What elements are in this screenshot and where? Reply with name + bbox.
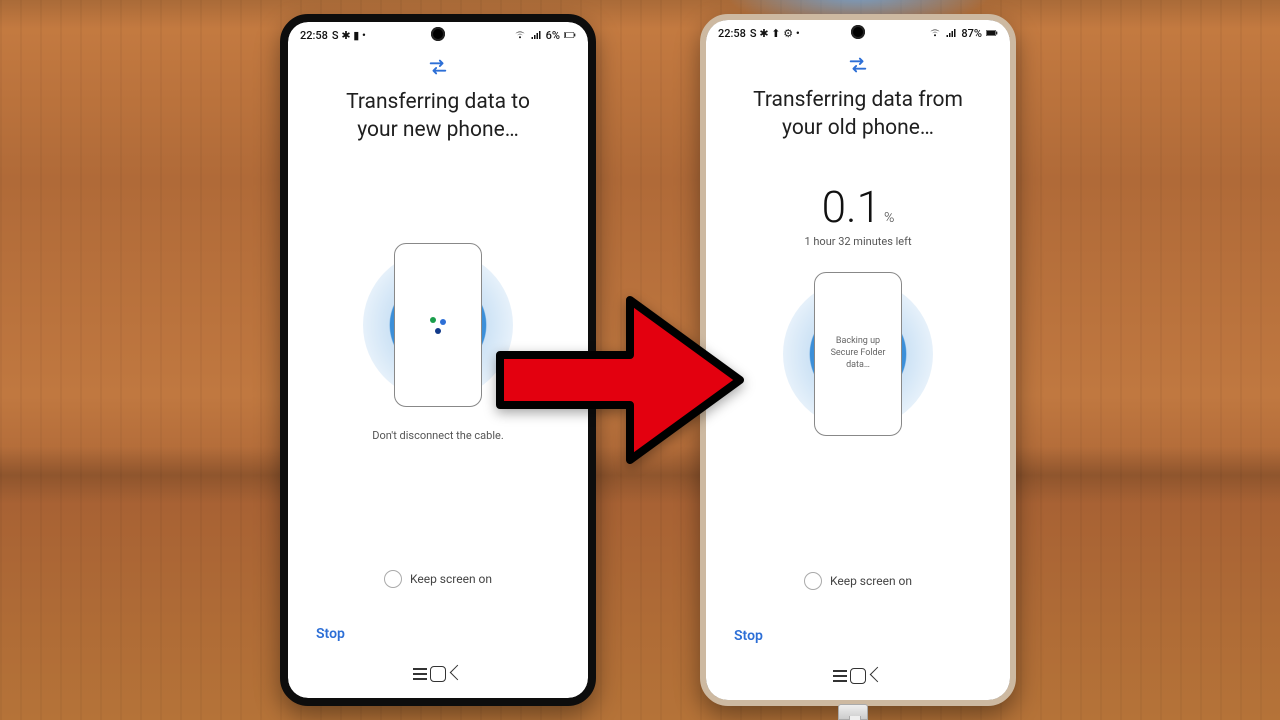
nav-back-button[interactable]: [867, 667, 885, 685]
status-time: 22:58: [718, 27, 746, 40]
nav-recents-button[interactable]: [411, 665, 429, 683]
usb-cable: [838, 704, 868, 720]
illustration: Backing up Secure Folder data…: [768, 264, 948, 444]
battery-percent: 6%: [546, 29, 560, 42]
checkbox-circle-icon: [804, 572, 822, 590]
front-camera: [431, 27, 445, 41]
signal-icon: [530, 29, 542, 41]
status-left-icons: S ✱ ⬆ ⚙ •: [750, 27, 800, 40]
status-bar: 22:58 S ✱ ▮ • 6%: [288, 22, 588, 48]
keep-screen-label: Keep screen on: [830, 574, 912, 588]
mini-phone-status-text: Backing up Secure Folder data…: [831, 336, 886, 371]
caption-text: Don't disconnect the cable.: [372, 429, 503, 442]
nav-home-button[interactable]: [429, 665, 447, 683]
battery-percent: 87%: [961, 27, 982, 40]
android-nav-bar: [411, 658, 465, 690]
progress-readout: 0.1 % 1 hour 32 minutes left: [804, 181, 911, 248]
nav-home-button[interactable]: [849, 667, 867, 685]
keep-screen-on-checkbox[interactable]: Keep screen on: [384, 570, 492, 588]
nav-recents-button[interactable]: [831, 667, 849, 685]
content-area: Transferring data from your old phone… 0…: [706, 46, 1010, 700]
status-left-icons: S ✱ ▮ •: [332, 29, 366, 42]
status-time: 22:58: [300, 29, 328, 42]
stop-button[interactable]: Stop: [312, 620, 349, 648]
spinner-icon: [426, 313, 450, 337]
signal-icon: [945, 27, 957, 39]
front-camera: [851, 25, 865, 39]
keep-screen-label: Keep screen on: [410, 572, 492, 586]
nav-back-button[interactable]: [447, 665, 465, 683]
percent-symbol: %: [884, 210, 894, 226]
swap-icon: [847, 54, 869, 76]
keep-screen-on-checkbox[interactable]: Keep screen on: [804, 572, 912, 590]
time-remaining: 1 hour 32 minutes left: [804, 235, 911, 248]
swap-icon: [427, 56, 449, 78]
page-title: Transferring data from your old phone…: [753, 86, 963, 143]
battery-icon: [564, 29, 576, 41]
mini-phone-graphic: Backing up Secure Folder data…: [814, 272, 902, 436]
mini-phone-graphic: [394, 243, 482, 407]
checkbox-circle-icon: [384, 570, 402, 588]
android-nav-bar: [831, 660, 885, 692]
page-title: Transferring data to your new phone…: [346, 88, 530, 145]
battery-icon: [986, 27, 998, 39]
screen-new: 22:58 S ✱ ⬆ ⚙ • 87% Transferring data fr…: [706, 20, 1010, 700]
percent-value: 0.1: [822, 181, 881, 233]
stop-button[interactable]: Stop: [730, 622, 767, 650]
overlay-arrow-icon: [490, 280, 750, 480]
status-bar: 22:58 S ✱ ⬆ ⚙ • 87%: [706, 20, 1010, 46]
wifi-icon: [514, 29, 526, 41]
wifi-icon: [929, 27, 941, 39]
